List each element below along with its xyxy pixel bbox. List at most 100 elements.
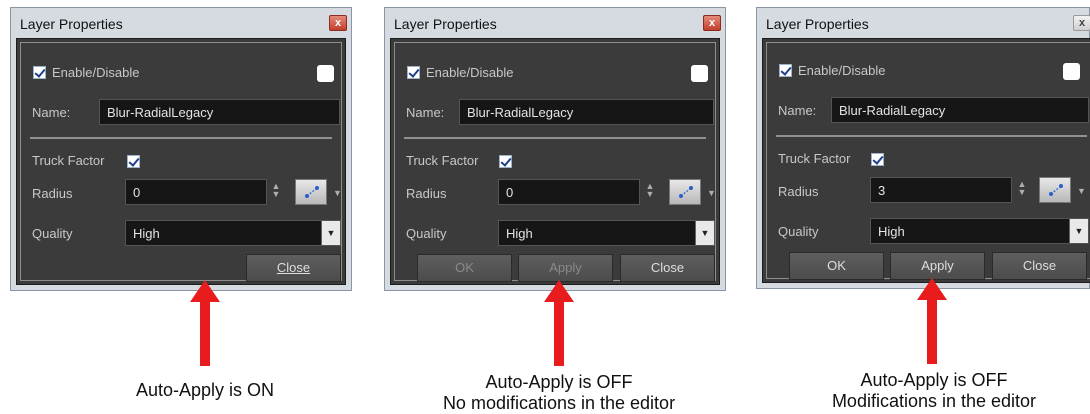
radius-label: Radius — [778, 184, 819, 199]
close-button[interactable]: Close — [992, 252, 1087, 280]
close-button-label: Close — [276, 260, 311, 275]
quality-select-value: High — [506, 226, 533, 241]
caption-line: Auto-Apply is ON — [135, 380, 275, 400]
quality-select[interactable]: High ▼ — [498, 220, 715, 246]
radius-field[interactable]: 0 — [498, 179, 640, 205]
name-field[interactable]: Blur-RadialLegacy — [831, 97, 1089, 123]
radius-field-value: 0 — [133, 185, 141, 200]
quality-select[interactable]: High ▼ — [125, 220, 341, 246]
radius-spinner-icon[interactable]: ▲ ▼ — [1017, 180, 1027, 197]
chevron-down-icon: ▼ — [1069, 219, 1088, 243]
radius-field-value: 0 — [506, 185, 514, 200]
close-button[interactable]: Close — [246, 254, 341, 282]
radius-spinner-icon[interactable]: ▲ ▼ — [271, 182, 281, 199]
title-bar[interactable]: Layer Properties x — [11, 8, 351, 38]
color-swatch-button[interactable] — [691, 65, 708, 82]
title-bar[interactable]: Layer Properties x — [385, 8, 725, 38]
function-curve-icon — [1049, 184, 1063, 196]
function-menu-chevron-down-icon[interactable]: ▼ — [707, 188, 716, 198]
divider — [404, 137, 706, 139]
caption-line: Auto-Apply is OFF — [860, 370, 1008, 390]
truck-factor-checkbox[interactable] — [127, 155, 140, 168]
window-close-icon[interactable]: x — [703, 15, 721, 31]
close-button[interactable]: Close — [620, 254, 715, 282]
name-label: Name: — [778, 103, 817, 118]
quality-select-value: High — [878, 224, 905, 239]
truck-factor-label: Truck Factor — [406, 153, 479, 168]
quality-label: Quality — [778, 224, 819, 239]
enable-checkbox[interactable] — [779, 64, 792, 77]
layer-properties-dialog-no-modifications: Layer Properties x Enable/Disable Name: … — [384, 7, 726, 291]
function-curve-button[interactable] — [295, 179, 327, 205]
dialog-body: Enable/Disable Name: Blur-RadialLegacy T… — [16, 38, 346, 285]
divider — [776, 135, 1087, 137]
enable-checkbox[interactable] — [33, 66, 46, 79]
close-button-label: Close — [1022, 258, 1057, 273]
ok-button-label: OK — [827, 258, 846, 273]
function-curve-icon — [305, 186, 319, 198]
caption-auto-apply-on: Auto-Apply is ON — [105, 380, 305, 401]
caption-auto-apply-off-unmodified: Auto-Apply is OFF No modifications in th… — [409, 372, 709, 414]
dialog-title: Layer Properties — [394, 16, 497, 32]
truck-factor-checkbox[interactable] — [499, 155, 512, 168]
color-swatch-button[interactable] — [1063, 63, 1080, 80]
dialog-inner-frame: Enable/Disable Name: Blur-RadialLegacy T… — [20, 42, 342, 282]
caption-line: Auto-Apply is OFF — [485, 372, 633, 392]
layer-properties-dialog-auto-apply-on: Layer Properties x Enable/Disable Name: … — [10, 7, 352, 291]
window-close-icon[interactable]: x — [1073, 15, 1090, 31]
truck-factor-checkbox[interactable] — [871, 153, 884, 166]
dialog-body: Enable/Disable Name: Blur-RadialLegacy T… — [762, 38, 1090, 283]
divider — [30, 137, 332, 139]
color-swatch-button[interactable] — [317, 65, 334, 82]
close-button-label: Close — [650, 260, 685, 275]
caption-line: Modifications in the editor — [831, 391, 1037, 411]
ok-button[interactable]: OK — [417, 254, 512, 282]
chevron-down-icon: ▼ — [695, 221, 714, 245]
enable-label: Enable/Disable — [52, 65, 140, 80]
window-close-icon[interactable]: x — [329, 15, 347, 31]
function-menu-chevron-down-icon[interactable]: ▼ — [333, 188, 342, 198]
function-curve-button[interactable] — [669, 179, 701, 205]
radius-label: Radius — [32, 186, 73, 201]
function-curve-button[interactable] — [1039, 177, 1071, 203]
apply-button[interactable]: Apply — [518, 254, 613, 282]
title-bar[interactable]: Layer Properties x — [757, 8, 1090, 38]
truck-factor-label: Truck Factor — [32, 153, 105, 168]
caption-auto-apply-off-modified: Auto-Apply is OFF Modifications in the e… — [784, 370, 1084, 412]
name-field-value: Blur-RadialLegacy — [107, 105, 214, 120]
dialog-inner-frame: Enable/Disable Name: Blur-RadialLegacy T… — [394, 42, 716, 282]
enable-label: Enable/Disable — [798, 63, 886, 78]
apply-button-label: Apply — [921, 258, 954, 273]
up-arrow-icon — [544, 280, 574, 366]
quality-select-value: High — [133, 226, 160, 241]
truck-factor-label: Truck Factor — [778, 151, 851, 166]
ok-button[interactable]: OK — [789, 252, 884, 280]
caption-line: No modifications in the editor — [442, 393, 676, 413]
enable-checkbox[interactable] — [407, 66, 420, 79]
up-arrow-icon — [190, 280, 220, 366]
apply-button[interactable]: Apply — [890, 252, 985, 280]
radius-spinner-icon[interactable]: ▲ ▼ — [645, 182, 655, 199]
quality-select[interactable]: High ▼ — [870, 218, 1089, 244]
up-arrow-icon — [917, 278, 947, 364]
dialog-title: Layer Properties — [766, 16, 869, 32]
dialog-title: Layer Properties — [20, 16, 123, 32]
function-menu-chevron-down-icon[interactable]: ▼ — [1077, 186, 1086, 196]
radius-field[interactable]: 3 — [870, 177, 1012, 203]
chevron-down-icon: ▼ — [321, 221, 340, 245]
name-field[interactable]: Blur-RadialLegacy — [99, 99, 340, 125]
layer-properties-dialog-modified: Layer Properties x Enable/Disable Name: … — [756, 7, 1090, 289]
enable-label: Enable/Disable — [426, 65, 514, 80]
apply-button-label: Apply — [549, 260, 582, 275]
radius-field[interactable]: 0 — [125, 179, 267, 205]
name-field-value: Blur-RadialLegacy — [467, 105, 574, 120]
name-field[interactable]: Blur-RadialLegacy — [459, 99, 714, 125]
quality-label: Quality — [32, 226, 73, 241]
dialog-inner-frame: Enable/Disable Name: Blur-RadialLegacy T… — [766, 42, 1090, 280]
quality-label: Quality — [406, 226, 447, 241]
name-label: Name: — [32, 105, 71, 120]
radius-field-value: 3 — [878, 183, 886, 198]
ok-button-label: OK — [455, 260, 474, 275]
function-curve-icon — [679, 186, 693, 198]
name-label: Name: — [406, 105, 445, 120]
